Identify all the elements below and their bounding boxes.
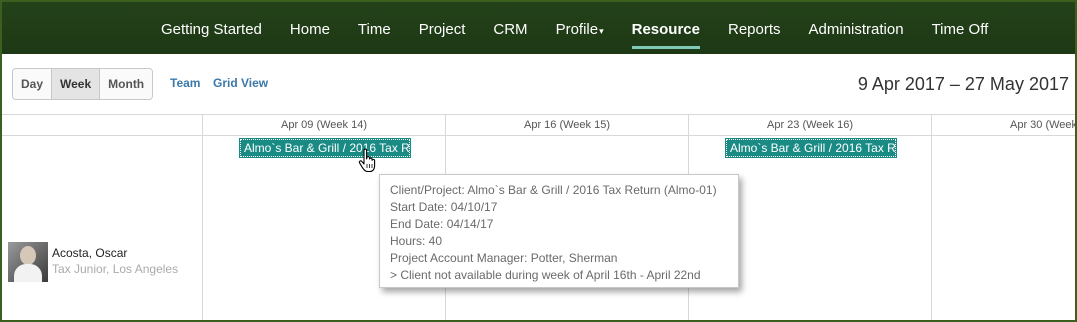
nav-home[interactable]: Home	[276, 2, 344, 54]
view-week-button[interactable]: Week	[52, 69, 101, 99]
assignment-bar[interactable]: Almo`s Bar & Grill / 2016 Tax Return (Al…	[725, 138, 897, 158]
assignment-tooltip: Client/Project: Almo`s Bar & Grill / 201…	[379, 174, 739, 288]
nav-items: Getting Started Home Time Project CRM Pr…	[147, 2, 1002, 54]
nav-time-off[interactable]: Time Off	[918, 2, 1003, 54]
week-header: Apr 09 (Week 14)	[202, 115, 445, 136]
tooltip-client-project: Client/Project: Almo`s Bar & Grill / 201…	[390, 183, 717, 197]
date-range-title: 9 Apr 2017 – 27 May 2017	[857, 74, 1069, 94]
nav-reports[interactable]: Reports	[714, 2, 795, 54]
team-link[interactable]: Team	[170, 76, 200, 90]
week-header: Apr 30 (Week 17)	[931, 115, 1075, 136]
nav-getting-started[interactable]: Getting Started	[147, 2, 276, 54]
tooltip-note: > Client not available during week of Ap…	[390, 268, 701, 282]
top-navigation: Getting Started Home Time Project CRM Pr…	[2, 2, 1075, 54]
nav-profile-label: Profile	[555, 21, 599, 38]
nav-profile[interactable]: Profile▾	[542, 2, 618, 54]
tooltip-manager: Project Account Manager: Potter, Sherman	[390, 251, 618, 265]
nav-project[interactable]: Project	[405, 2, 480, 54]
hand-pointer-icon	[358, 148, 376, 173]
week-header-row: Apr 09 (Week 14) Apr 16 (Week 15) Apr 23…	[2, 114, 1075, 136]
view-toggle-group: Day Week Month	[12, 68, 154, 100]
nav-resource[interactable]: Resource	[618, 2, 714, 54]
resource-name[interactable]: Acosta, Oscar	[52, 246, 127, 260]
column-divider	[931, 136, 932, 320]
nav-administration[interactable]: Administration	[795, 2, 918, 54]
assignment-bar[interactable]: Almo`s Bar & Grill / 2016 Tax Return (Al…	[239, 138, 411, 158]
tooltip-start-date: Start Date: 04/10/17	[390, 200, 498, 214]
chevron-down-icon: ▾	[599, 26, 604, 36]
week-header: Apr 23 (Week 16)	[688, 115, 931, 136]
grid-view-link[interactable]: Grid View	[213, 76, 268, 90]
nav-time[interactable]: Time	[344, 2, 405, 54]
resource-title: Tax Junior, Los Angeles	[52, 262, 179, 276]
app-frame: Getting Started Home Time Project CRM Pr…	[2, 2, 1075, 320]
view-day-button[interactable]: Day	[13, 69, 53, 99]
view-month-button[interactable]: Month	[100, 69, 153, 99]
tooltip-end-date: End Date: 04/14/17	[390, 217, 494, 231]
column-divider	[202, 136, 203, 320]
tooltip-hours: Hours: 40	[390, 234, 443, 248]
avatar	[8, 242, 48, 282]
nav-crm[interactable]: CRM	[479, 2, 541, 54]
week-header: Apr 16 (Week 15)	[445, 115, 688, 136]
